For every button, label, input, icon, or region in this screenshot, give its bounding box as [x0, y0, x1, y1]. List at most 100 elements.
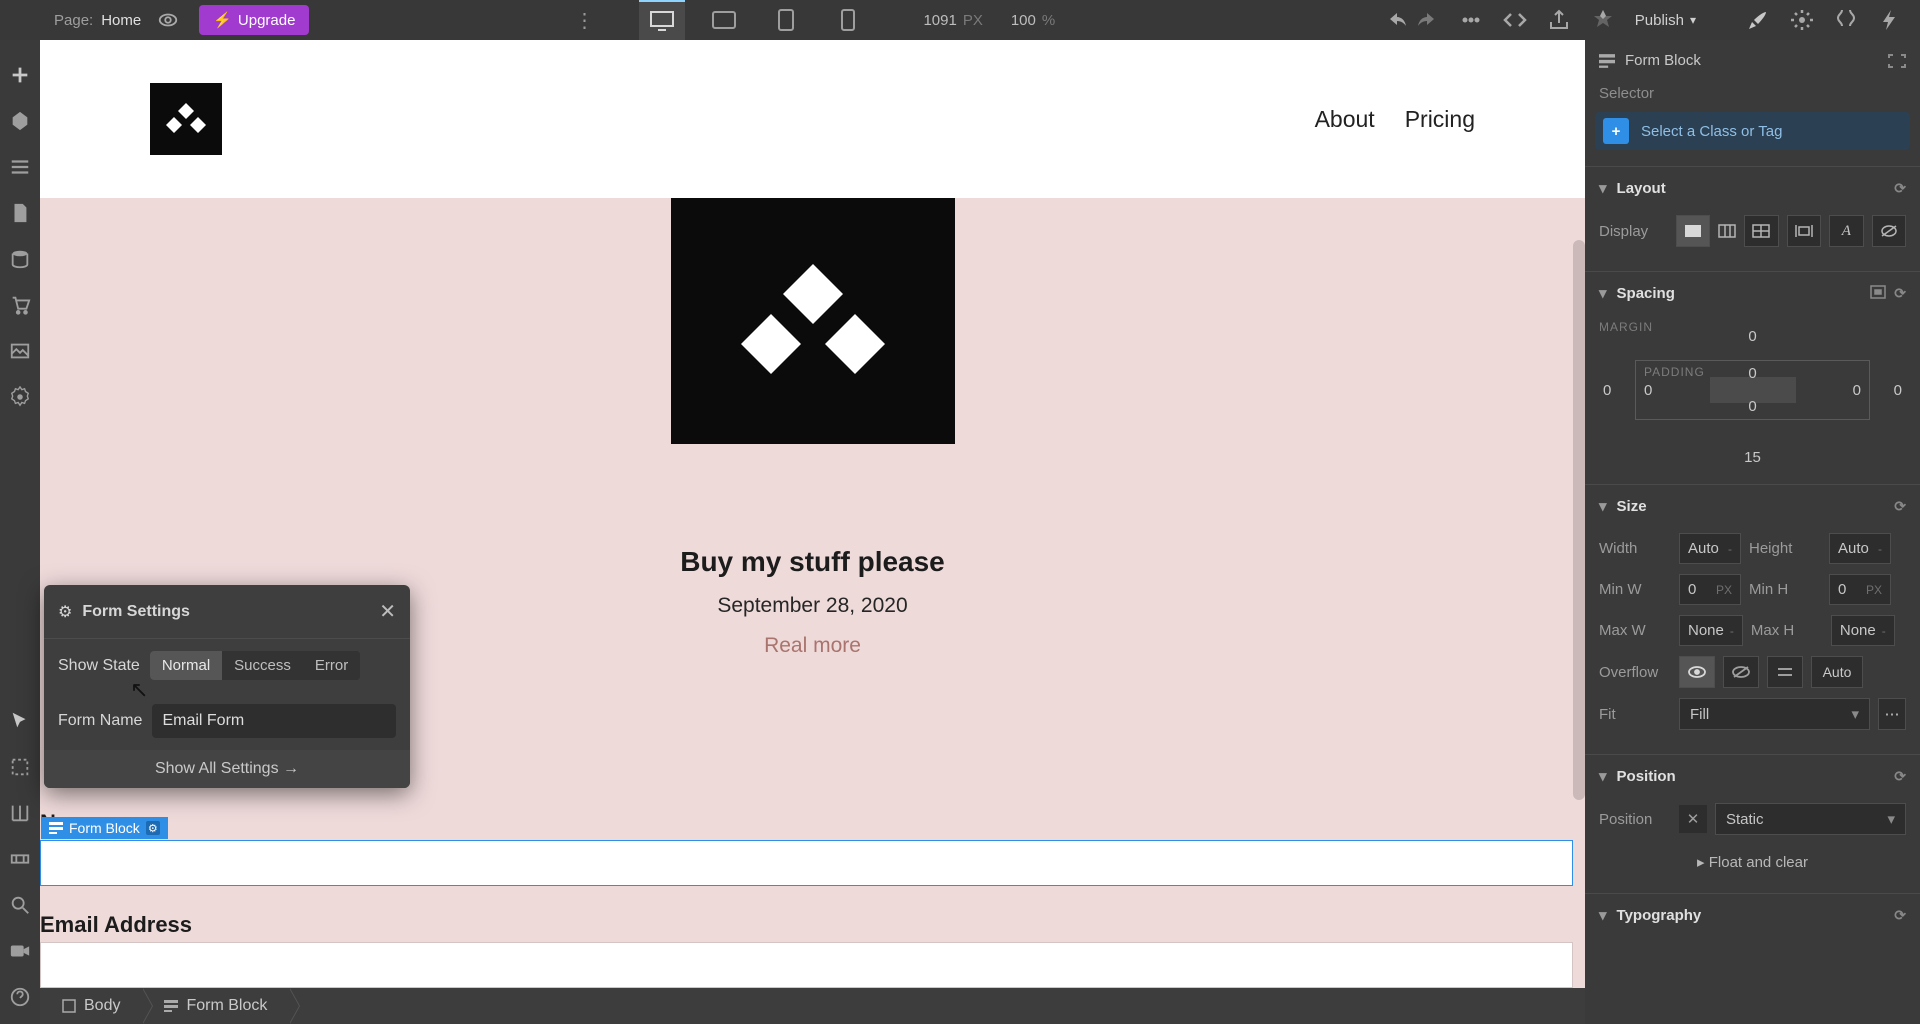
hero-readmore-link[interactable]: Real more: [764, 634, 861, 658]
ecommerce-icon[interactable]: [9, 294, 31, 316]
canvas-width-readout[interactable]: 1091PX: [917, 12, 988, 29]
display-grid-button[interactable]: [1744, 215, 1778, 247]
settings-gear-icon[interactable]: [1790, 8, 1814, 32]
selection-tag[interactable]: Form Block ⚙: [41, 817, 168, 839]
state-error-button[interactable]: Error: [303, 651, 360, 680]
help-icon[interactable]: [9, 986, 31, 1008]
form-name-input[interactable]: Form Block ⚙: [40, 840, 1573, 886]
display-block-button[interactable]: [1676, 215, 1710, 247]
overflow-scroll-button[interactable]: [1767, 656, 1803, 688]
section-reset-icon[interactable]: ⟳: [1894, 180, 1906, 197]
site-logo[interactable]: [150, 83, 222, 155]
padding-right-value[interactable]: 0: [1853, 382, 1861, 399]
style-brush-icon[interactable]: [1746, 8, 1770, 32]
device-mobile-button[interactable]: [825, 0, 871, 40]
margin-top-value[interactable]: 0: [1748, 328, 1756, 345]
margin-bottom-value[interactable]: 15: [1744, 449, 1761, 466]
maxh-input[interactable]: None-: [1831, 615, 1895, 646]
spacing-mode-icon[interactable]: [1870, 285, 1886, 302]
overflow-visible-button[interactable]: [1679, 656, 1715, 688]
cms-icon[interactable]: [9, 248, 31, 270]
hero-headline[interactable]: Buy my stuff please: [680, 546, 945, 578]
padding-left-value[interactable]: 0: [1644, 382, 1652, 399]
display-inline-block-button[interactable]: [1787, 215, 1821, 247]
interactions-bolt-icon[interactable]: [1878, 8, 1902, 32]
audit-icon[interactable]: [1591, 8, 1615, 32]
navigator-icon[interactable]: [9, 156, 31, 178]
typography-section-header[interactable]: ▾Typography⟳: [1585, 894, 1920, 936]
xray-icon[interactable]: [9, 848, 31, 870]
add-class-icon[interactable]: +: [1603, 118, 1629, 144]
padding-bottom-value[interactable]: 0: [1748, 398, 1756, 415]
state-success-button[interactable]: Success: [222, 651, 303, 680]
undo-icon[interactable]: [1385, 8, 1409, 32]
breadcrumb-body[interactable]: Body: [40, 988, 142, 1024]
assets-icon[interactable]: [9, 340, 31, 362]
export-icon[interactable]: [1547, 8, 1571, 32]
padding-top-value[interactable]: 0: [1748, 365, 1756, 382]
minh-input[interactable]: 0PX: [1829, 574, 1891, 605]
settings-icon[interactable]: [9, 386, 31, 408]
form-email-input[interactable]: [40, 942, 1573, 988]
grid-icon[interactable]: [9, 802, 31, 824]
form-name-label[interactable]: Name: [40, 804, 1573, 840]
hero-date[interactable]: September 28, 2020: [717, 594, 907, 618]
minw-input[interactable]: 0PX: [1679, 574, 1741, 605]
height-input[interactable]: Auto-: [1829, 533, 1891, 564]
spacing-section-header[interactable]: ▾Spacing ⟳: [1585, 272, 1920, 314]
show-all-settings-button[interactable]: Show All Settings →: [44, 750, 410, 788]
upgrade-button[interactable]: ⚡ Upgrade: [199, 5, 309, 35]
pages-icon[interactable]: [9, 202, 31, 224]
publish-dropdown[interactable]: Publish▾: [1635, 12, 1696, 29]
selection-tag-settings-icon[interactable]: ⚙: [146, 821, 160, 835]
site-header[interactable]: About Pricing: [40, 40, 1585, 198]
page-name-dropdown[interactable]: Home: [101, 12, 141, 29]
position-select[interactable]: Static: [1715, 803, 1906, 835]
display-flex-button[interactable]: [1718, 224, 1736, 238]
section-reset-icon[interactable]: ⟳: [1894, 768, 1906, 785]
nav-about-link[interactable]: About: [1315, 106, 1375, 133]
device-tablet-portrait-button[interactable]: [763, 0, 809, 40]
overflow-hidden-button[interactable]: [1723, 656, 1759, 688]
layout-section-header[interactable]: ▾Layout⟳: [1585, 167, 1920, 209]
comments-icon[interactable]: [1459, 8, 1483, 32]
focus-mode-icon[interactable]: [1888, 54, 1906, 68]
display-inline-button[interactable]: A: [1829, 215, 1863, 247]
kebab-menu-icon[interactable]: ⋮: [569, 8, 599, 33]
cursor-tool-icon[interactable]: [9, 710, 31, 732]
position-clear-icon[interactable]: ✕: [1679, 805, 1707, 833]
section-reset-icon[interactable]: ⟳: [1894, 285, 1906, 302]
margin-left-value[interactable]: 0: [1603, 382, 1611, 399]
zoom-readout[interactable]: 100%: [1005, 12, 1061, 29]
width-input[interactable]: Auto-: [1679, 533, 1741, 564]
section-reset-icon[interactable]: ⟳: [1894, 498, 1906, 515]
canvas-scrollbar[interactable]: [1573, 240, 1585, 800]
maxw-input[interactable]: None-: [1679, 615, 1743, 646]
preview-eye-icon[interactable]: [157, 9, 179, 31]
code-icon[interactable]: [1503, 8, 1527, 32]
device-desktop-button[interactable]: [639, 0, 685, 40]
margin-right-value[interactable]: 0: [1894, 382, 1902, 399]
fit-more-icon[interactable]: ⋯: [1878, 698, 1906, 730]
nav-pricing-link[interactable]: Pricing: [1405, 106, 1475, 133]
display-none-button[interactable]: [1872, 215, 1906, 247]
close-icon[interactable]: ✕: [379, 599, 396, 624]
box-edit-icon[interactable]: [9, 756, 31, 778]
form-email-label[interactable]: Email Address: [40, 906, 1573, 942]
float-clear-toggle[interactable]: ▸ Float and clear: [1599, 845, 1906, 879]
state-normal-button[interactable]: Normal: [150, 651, 222, 680]
redo-icon[interactable]: [1415, 8, 1439, 32]
hero-image[interactable]: [671, 198, 955, 444]
video-icon[interactable]: [9, 940, 31, 962]
device-tablet-landscape-button[interactable]: [701, 0, 747, 40]
fit-select[interactable]: Fill: [1679, 698, 1870, 730]
section-reset-icon[interactable]: ⟳: [1894, 907, 1906, 924]
add-element-icon[interactable]: [9, 64, 31, 86]
symbols-icon[interactable]: [9, 110, 31, 132]
position-section-header[interactable]: ▾Position⟳: [1585, 755, 1920, 797]
breadcrumb-form-block[interactable]: Form Block: [142, 988, 289, 1024]
search-icon[interactable]: [9, 894, 31, 916]
interactions-icon[interactable]: [1834, 8, 1858, 32]
form-name-field[interactable]: [152, 704, 396, 738]
size-section-header[interactable]: ▾Size⟳: [1585, 485, 1920, 527]
